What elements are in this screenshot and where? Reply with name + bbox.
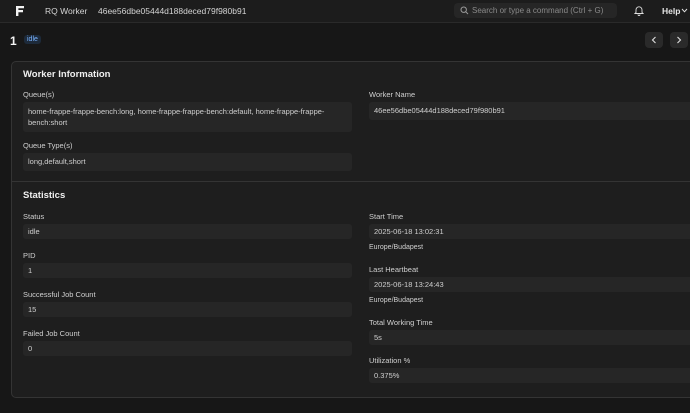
last-heartbeat-timezone: Europe/Budapest [369, 297, 424, 304]
total-working-time-field: 5s [369, 330, 690, 345]
last-heartbeat-value: 2025-06-18 13:24:43 [374, 280, 444, 289]
start-time-timezone: Europe/Budapest [369, 244, 424, 251]
worker-name-value: 46ee56dbe05444d188deced79f980b91 [374, 106, 505, 115]
search-input[interactable]: Search or type a command (Ctrl + G) [454, 3, 617, 18]
queues-label: Queue(s) [23, 90, 55, 99]
navbar: RQ Worker 46ee56dbe05444d188deced79f980b… [0, 0, 690, 23]
utilization-label: Utilization % [369, 356, 411, 365]
search-placeholder: Search or type a command (Ctrl + G) [472, 6, 604, 15]
page-header: 1 idle [0, 22, 690, 60]
pid-field: 1 [23, 263, 352, 278]
successful-job-count-label: Successful Job Count [23, 290, 96, 299]
chevron-down-icon[interactable] [681, 8, 688, 13]
successful-job-count-field: 15 [23, 302, 352, 317]
bell-icon[interactable] [634, 5, 644, 16]
pid-value: 1 [28, 266, 33, 275]
status-field: idle [23, 224, 352, 239]
worker-name-label: Worker Name [369, 90, 416, 99]
next-record-button[interactable] [670, 32, 688, 48]
successful-job-count-value: 15 [28, 305, 37, 314]
form-card: Worker Information Queue(s) home-frappe-… [11, 61, 690, 398]
chevron-left-icon [651, 36, 656, 44]
statistics-heading: Statistics [23, 190, 66, 201]
chevron-right-icon [677, 36, 682, 44]
start-time-label: Start Time [369, 212, 404, 221]
previous-record-button[interactable] [645, 32, 663, 48]
utilization-field: 0.375% [369, 368, 690, 383]
worker-information-heading: Worker Information [23, 69, 111, 80]
queues-value: home-frappe-frappe-bench:long, home-frap… [28, 107, 325, 127]
total-working-time-label: Total Working Time [369, 318, 433, 327]
page-title: 1 [10, 34, 17, 48]
section-divider [12, 181, 690, 182]
last-heartbeat-field: 2025-06-18 13:24:43 [369, 277, 690, 292]
status-label: Status [23, 212, 45, 221]
breadcrumb-record[interactable]: 46ee56dbe05444d188deced79f980b91 [98, 6, 246, 16]
queue-types-field: long,default,short [23, 153, 352, 171]
start-time-field: 2025-06-18 13:02:31 [369, 224, 690, 239]
worker-name-field: 46ee56dbe05444d188deced79f980b91 [369, 102, 690, 120]
start-time-value: 2025-06-18 13:02:31 [374, 227, 444, 236]
failed-job-count-field: 0 [23, 341, 352, 356]
help-menu[interactable]: Help [662, 6, 680, 16]
pid-label: PID [23, 251, 36, 260]
total-working-time-value: 5s [374, 333, 382, 342]
status-badge: idle [24, 35, 41, 44]
utilization-value: 0.375% [374, 371, 400, 380]
queue-types-label: Queue Type(s) [23, 141, 73, 150]
search-icon [460, 6, 469, 15]
queues-field: home-frappe-frappe-bench:long, home-frap… [23, 102, 352, 132]
frappe-logo-icon[interactable] [14, 5, 26, 17]
breadcrumb-app[interactable]: RQ Worker [45, 6, 87, 16]
failed-job-count-label: Failed Job Count [23, 329, 80, 338]
status-value: idle [28, 227, 40, 236]
failed-job-count-value: 0 [28, 344, 33, 353]
last-heartbeat-label: Last Heartbeat [369, 265, 419, 274]
queue-types-value: long,default,short [28, 157, 86, 166]
